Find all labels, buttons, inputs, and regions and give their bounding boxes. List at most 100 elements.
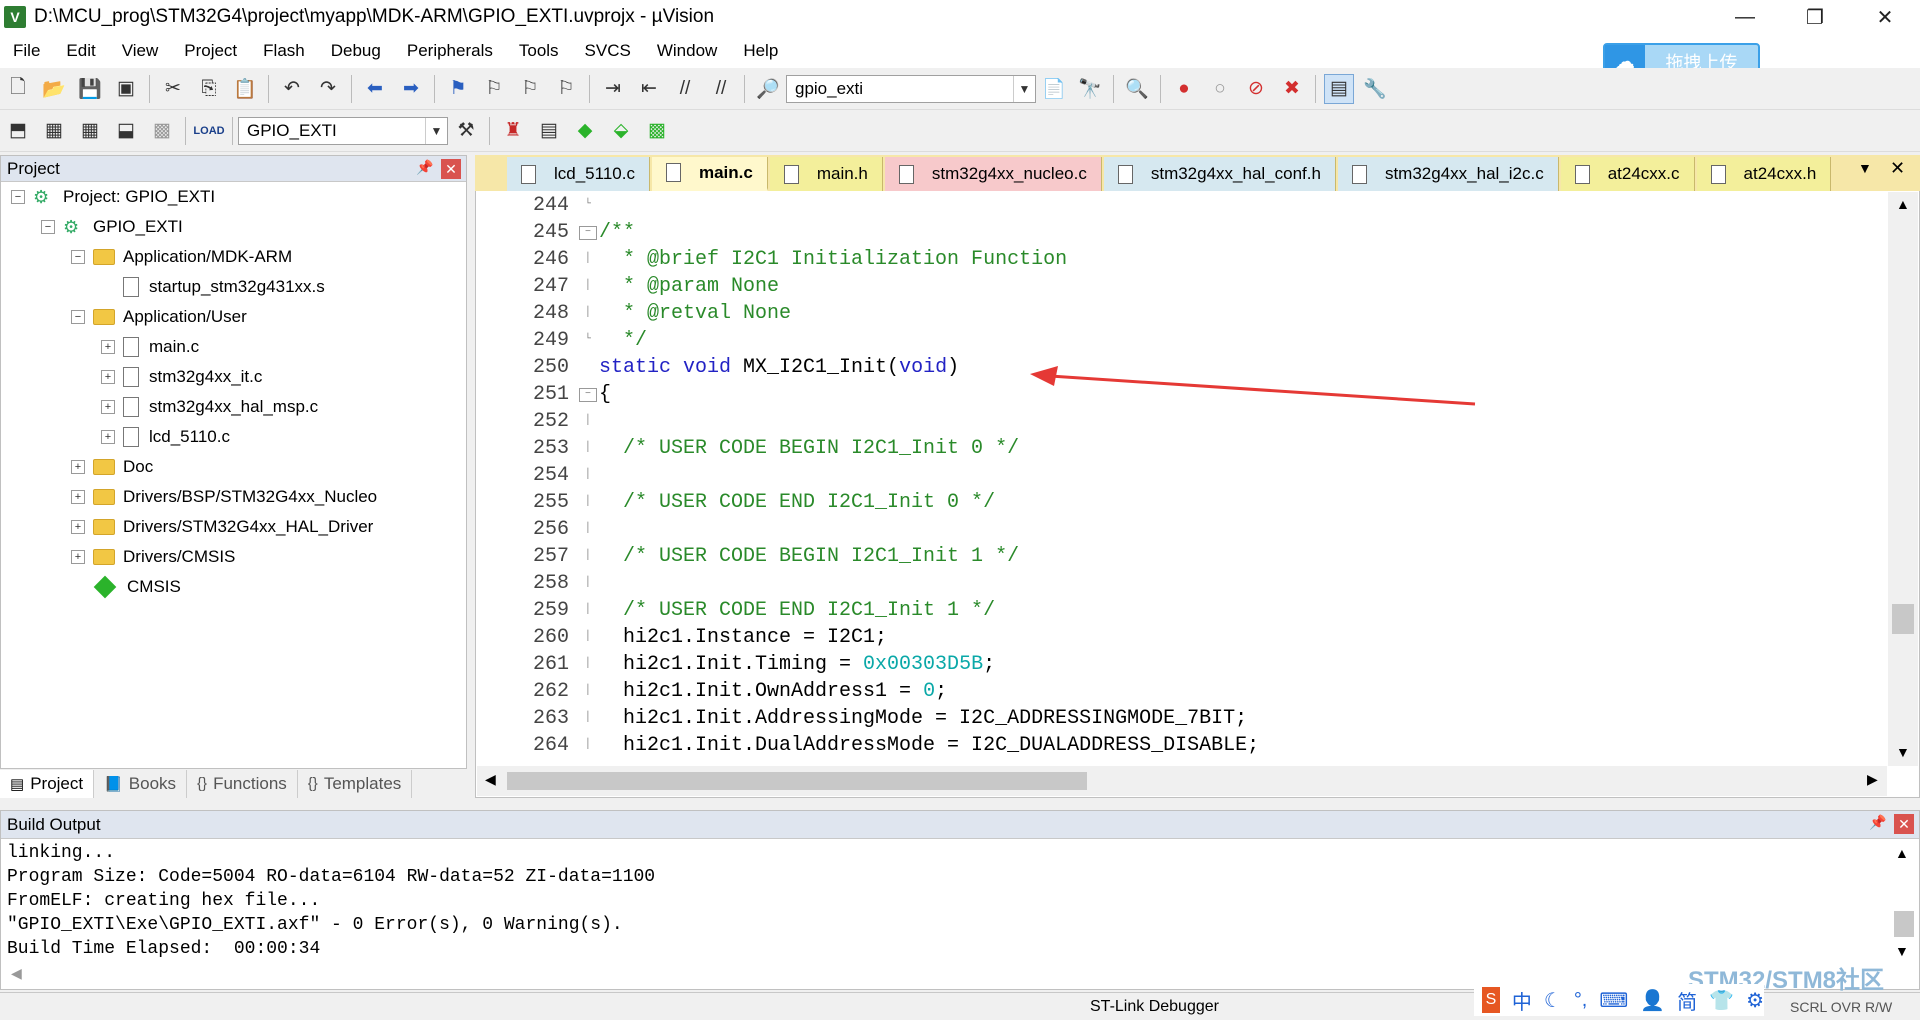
pack-installer-icon[interactable]: ▩ <box>642 116 672 146</box>
editor-horizontal-scrollbar[interactable]: ◀ ▶ <box>477 766 1887 796</box>
expand-icon[interactable]: + <box>101 400 115 414</box>
tree-item[interactable]: + lcd_5110.c <box>101 422 230 452</box>
ime-simplified-mode[interactable]: 简 <box>1677 986 1697 1015</box>
tab-project[interactable]: ▤ Project <box>0 769 95 798</box>
disable-all-breakpoints-icon[interactable]: ⊘ <box>1241 74 1271 104</box>
restore-button[interactable]: ❐ <box>1780 0 1850 34</box>
build-icon[interactable]: ▦ <box>39 116 69 146</box>
chevron-down-icon[interactable]: ▼ <box>425 117 447 144</box>
tree-item[interactable]: − ⚙ GPIO_EXTI <box>41 212 183 242</box>
uncomment-icon[interactable]: // <box>706 74 736 104</box>
window-layout-icon[interactable]: ▤ <box>1324 73 1354 104</box>
menu-file[interactable]: File <box>0 41 53 61</box>
clear-bookmarks-icon[interactable]: ⚐ <box>551 74 581 104</box>
menu-peripherals[interactable]: Peripherals <box>394 41 506 61</box>
find-icon[interactable]: 📄 <box>1039 74 1069 104</box>
chevron-down-icon[interactable]: ▼ <box>1013 75 1035 102</box>
find-combo[interactable]: gpio_exti ▼ <box>786 74 1036 103</box>
keyboard-icon[interactable]: ⌨ <box>1599 988 1628 1013</box>
settings-icon[interactable]: ⚙ <box>1746 988 1764 1013</box>
ime-chinese-mode[interactable]: 中 <box>1512 986 1532 1015</box>
tree-item[interactable]: CMSIS <box>71 572 181 602</box>
manage-rte-icon[interactable]: ◆ <box>570 116 600 146</box>
menu-flash[interactable]: Flash <box>250 41 318 61</box>
collapse-icon[interactable]: − <box>11 190 25 204</box>
tree-item[interactable]: + stm32g4xx_hal_msp.c <box>101 392 318 422</box>
paste-icon[interactable]: 📋 <box>230 74 260 104</box>
stop-build-icon[interactable]: ▩ <box>147 116 177 146</box>
skin-icon[interactable]: 👕 <box>1709 988 1734 1013</box>
scroll-down-icon[interactable]: ▼ <box>1895 943 1909 959</box>
ime-toolbar[interactable]: S 中 ☾ °, ⌨ 👤 简 👕 ⚙ <box>1474 984 1764 1016</box>
tab-list-icon[interactable]: ▼ <box>1858 160 1872 176</box>
expand-icon[interactable]: + <box>71 520 85 534</box>
select-packs-icon[interactable]: ⬙ <box>606 116 636 146</box>
tab-stm32g4xx-nucleo-c[interactable]: stm32g4xx_nucleo.c <box>884 157 1102 191</box>
tab-stm32g4xx-hal-conf-h[interactable]: stm32g4xx_hal_conf.h <box>1103 157 1336 191</box>
collapse-icon[interactable]: − <box>71 310 85 324</box>
scroll-right-icon[interactable]: ▶ <box>1867 771 1878 788</box>
tree-item[interactable]: + main.c <box>101 332 199 362</box>
close-button[interactable]: ✕ <box>1850 0 1920 34</box>
disable-breakpoint-icon[interactable]: ○ <box>1205 74 1235 104</box>
tree-item[interactable]: − Application/User <box>71 302 247 332</box>
tab-functions[interactable]: {} Functions <box>187 769 298 798</box>
minimize-button[interactable]: — <box>1710 0 1780 34</box>
pin-icon[interactable]: 📌 <box>416 159 433 176</box>
scroll-thumb[interactable] <box>1892 604 1914 634</box>
download-load-icon[interactable]: LOAD <box>193 116 224 146</box>
tree-item[interactable]: + Doc <box>71 452 153 482</box>
scroll-up-icon[interactable]: ▲ <box>1895 845 1909 861</box>
expand-icon[interactable]: + <box>101 340 115 354</box>
comment-icon[interactable]: // <box>670 74 700 104</box>
scroll-thumb[interactable] <box>507 772 1087 790</box>
new-file-icon[interactable]: 🗋 <box>3 74 33 104</box>
moon-icon[interactable]: ☾ <box>1544 988 1562 1013</box>
fold-toggle-icon[interactable]: − <box>579 387 597 402</box>
cut-icon[interactable]: ✂ <box>158 74 188 104</box>
nav-forward-icon[interactable]: ➡ <box>396 74 426 104</box>
prev-bookmark-icon[interactable]: ⚐ <box>479 74 509 104</box>
kill-breakpoints-icon[interactable]: ✖ <box>1277 74 1307 104</box>
scroll-left-icon[interactable]: ◀ <box>485 771 496 788</box>
save-icon[interactable]: 💾 <box>75 74 105 104</box>
scroll-left-icon[interactable]: ◀ <box>11 965 22 982</box>
bookmark-icon[interactable]: ⚑ <box>443 74 473 104</box>
menu-svcs[interactable]: SVCS <box>572 41 644 61</box>
expand-icon[interactable]: + <box>101 370 115 384</box>
tab-stm32g4xx-hal-i2c-c[interactable]: stm32g4xx_hal_i2c.c <box>1337 157 1559 191</box>
menu-project[interactable]: Project <box>171 41 250 61</box>
batch-build-icon[interactable]: ⬓ <box>111 116 141 146</box>
tree-item[interactable]: + Drivers/STM32G4xx_HAL_Driver <box>71 512 373 542</box>
tab-main-c[interactable]: main.c <box>651 157 768 191</box>
menu-view[interactable]: View <box>109 41 172 61</box>
menu-tools[interactable]: Tools <box>506 41 572 61</box>
collapse-icon[interactable]: − <box>71 250 85 264</box>
find-in-files-icon[interactable]: 🔎 <box>753 74 783 104</box>
incremental-find-icon[interactable]: 🔭 <box>1075 74 1105 104</box>
scroll-thumb[interactable] <box>1894 911 1914 937</box>
translate-icon[interactable]: ⬒ <box>3 116 33 146</box>
scroll-up-icon[interactable]: ▲ <box>1896 196 1910 212</box>
nav-back-icon[interactable]: ⬅ <box>360 74 390 104</box>
close-tab-icon[interactable]: ✕ <box>1890 158 1905 179</box>
menu-debug[interactable]: Debug <box>318 41 394 61</box>
copy-icon[interactable]: ⎘ <box>194 74 224 104</box>
close-icon[interactable]: ✕ <box>1894 814 1914 834</box>
manage-project-items-icon[interactable]: ▤ <box>534 116 564 146</box>
breakpoint-icon[interactable]: ● <box>1169 74 1199 104</box>
editor-vertical-scrollbar[interactable]: ▲ ▼ <box>1888 192 1918 766</box>
save-all-icon[interactable]: ▣ <box>111 74 141 104</box>
tree-item[interactable]: startup_stm32g431xx.s <box>101 272 325 302</box>
unindent-icon[interactable]: ⇤ <box>634 74 664 104</box>
target-options-icon[interactable]: ⚒ <box>451 116 481 146</box>
tree-item[interactable]: + Drivers/CMSIS <box>71 542 235 572</box>
fold-toggle-icon[interactable]: − <box>579 225 597 240</box>
tree-item[interactable]: + Drivers/BSP/STM32G4xx_Nucleo <box>71 482 377 512</box>
undo-icon[interactable]: ↶ <box>277 74 307 104</box>
menu-help[interactable]: Help <box>730 41 791 61</box>
expand-icon[interactable]: + <box>71 550 85 564</box>
expand-icon[interactable]: + <box>101 430 115 444</box>
redo-icon[interactable]: ↷ <box>313 74 343 104</box>
tree-item[interactable]: + stm32g4xx_it.c <box>101 362 262 392</box>
